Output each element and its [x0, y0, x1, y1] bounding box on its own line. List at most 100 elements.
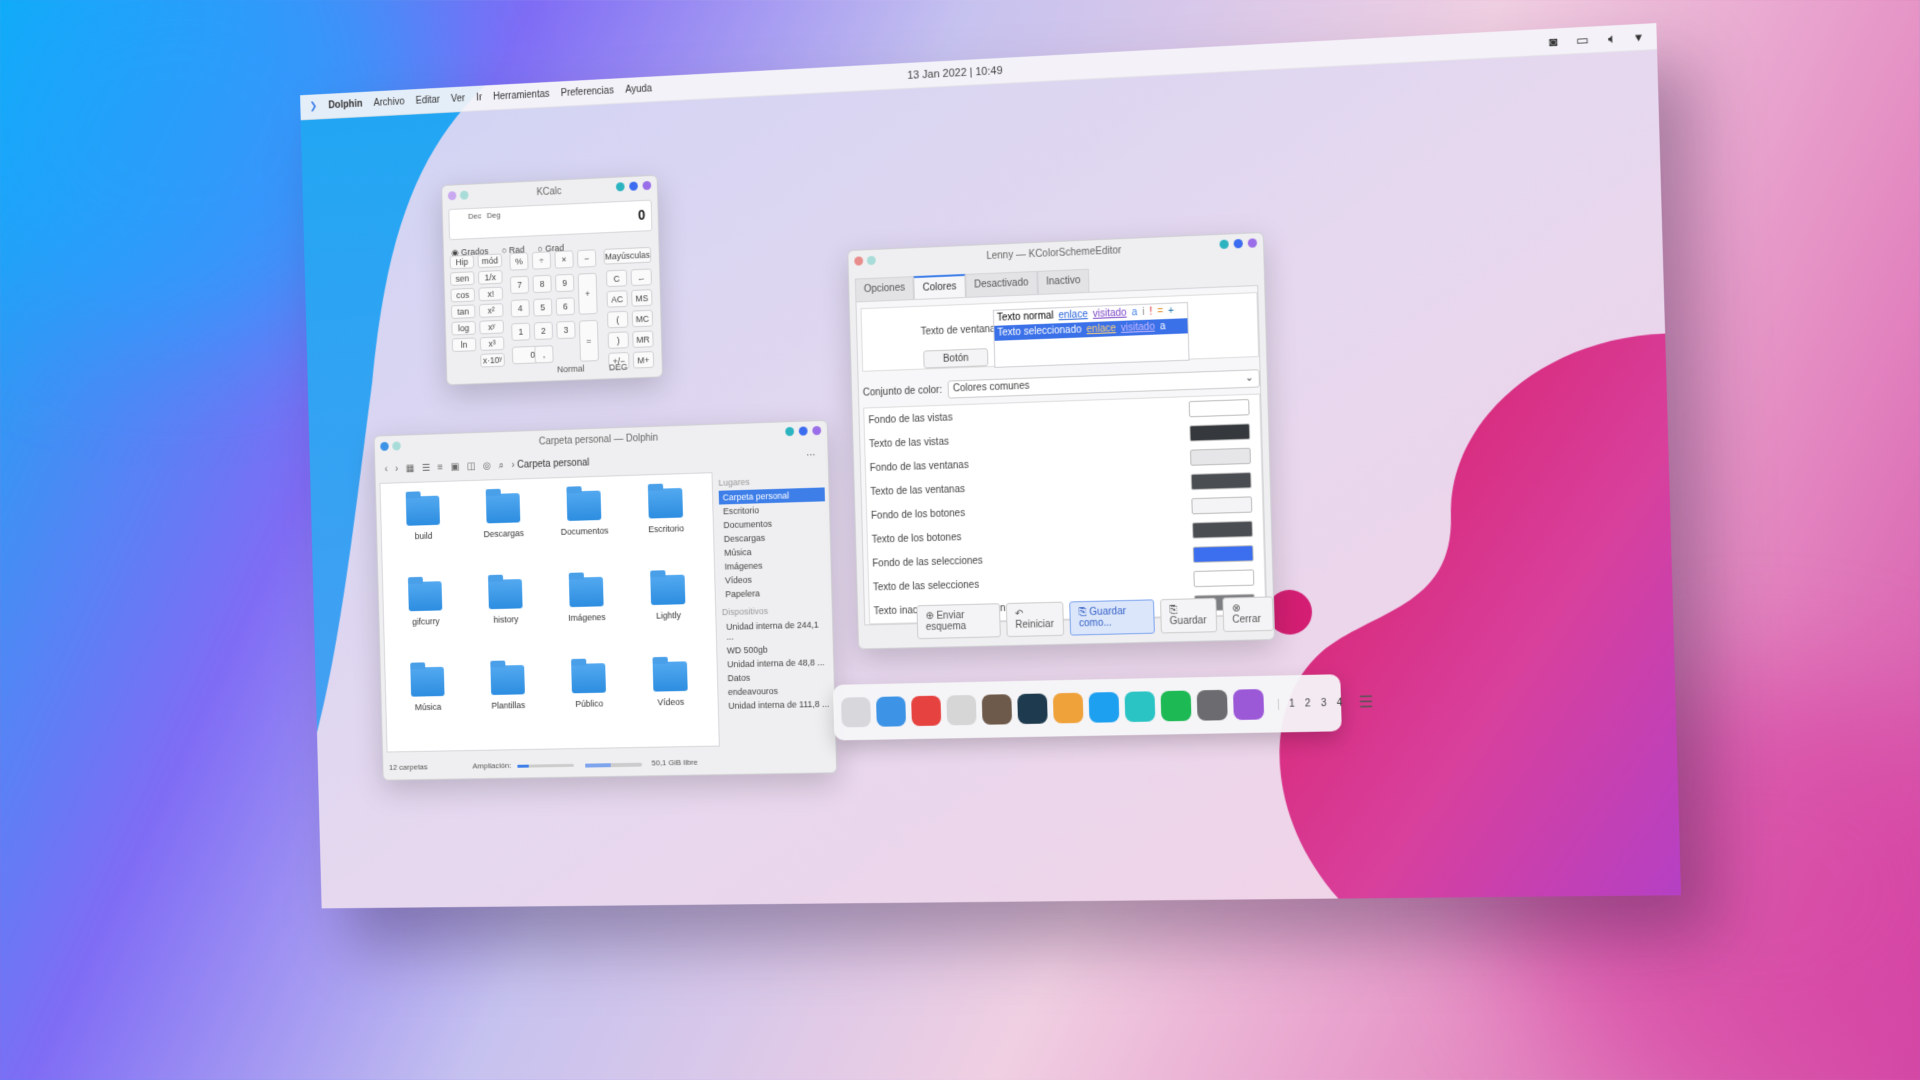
calc-fn-button[interactable]: tan [451, 304, 476, 319]
calc-memory-button[interactable]: ) [608, 331, 629, 349]
gimp-icon[interactable] [982, 694, 1012, 725]
minimize-button[interactable] [1219, 240, 1228, 250]
calc-fn-button[interactable]: xʸ [479, 320, 504, 335]
folder-item[interactable]: Escritorio [632, 487, 700, 534]
color-swatch[interactable] [1189, 423, 1250, 441]
maximize-button[interactable] [799, 426, 808, 435]
music-app-icon[interactable] [1124, 691, 1155, 722]
maximize-button[interactable] [1234, 239, 1243, 249]
calc-key-button[interactable]: 3 [556, 321, 575, 339]
pin-icon[interactable] [460, 191, 469, 200]
kdeconnect-icon[interactable] [1089, 692, 1120, 723]
folder-icon[interactable] [876, 696, 906, 726]
calc-memory-button[interactable]: AC [607, 290, 628, 308]
calc-memory-button[interactable]: MC [632, 310, 653, 328]
desktop-3[interactable]: 3 [1321, 697, 1327, 708]
calc-memory-button[interactable]: M+ [633, 351, 654, 369]
tab-desactivado[interactable]: Desactivado [965, 271, 1038, 297]
color-swatch[interactable] [1193, 545, 1254, 563]
menu-herramientas[interactable]: Herramientas [493, 89, 550, 103]
calc-key-button[interactable]: × [554, 250, 573, 268]
calc-fn-button[interactable]: 1/x [478, 270, 503, 285]
menu-editar[interactable]: Editar [415, 95, 440, 107]
calc-fn-button[interactable]: x² [479, 303, 504, 318]
calc-memory-button[interactable]: MS [631, 289, 652, 307]
calc-fn-button[interactable]: x³ [480, 336, 505, 351]
spotify-icon[interactable] [1161, 691, 1192, 722]
tab-inactivo[interactable]: Inactivo [1037, 269, 1090, 294]
vivaldi-icon[interactable] [911, 696, 941, 727]
color-swatch[interactable] [1189, 399, 1250, 417]
folder-item[interactable]: Música [395, 666, 461, 712]
maximize-button[interactable] [629, 182, 638, 191]
folder-item[interactable]: history [472, 579, 539, 626]
calc-key-button[interactable]: 2 [534, 322, 553, 340]
reset-button[interactable]: ↶ Reiniciar [1006, 602, 1065, 638]
calc-key-button[interactable]: % [509, 252, 528, 270]
dropdown-arrow-icon[interactable]: ▾ [1635, 29, 1642, 46]
desktop-4[interactable]: 4 [1336, 697, 1342, 708]
clock[interactable]: 13 Jan 2022 | 10:49 [907, 64, 1003, 81]
forward-icon[interactable]: › [395, 463, 398, 474]
display-icon[interactable]: ▭ [1576, 31, 1589, 48]
calc-fn-button[interactable]: Hip [450, 255, 475, 270]
menu-ayuda[interactable]: Ayuda [625, 83, 652, 95]
kcalc-menu-icon[interactable] [448, 191, 457, 200]
device-item[interactable]: Unidad interna de 111,8 ... [724, 697, 830, 713]
back-icon[interactable]: ‹ [385, 464, 388, 475]
folder-item[interactable]: Documentos [551, 490, 618, 537]
details-view-icon[interactable]: ≡ [437, 462, 443, 473]
editor-app-icon[interactable] [854, 256, 863, 265]
calc-fn-button[interactable]: sen [450, 271, 475, 286]
close-dialog-button[interactable]: ⊗ Cerrar [1223, 596, 1274, 632]
folder-item[interactable]: build [390, 495, 456, 542]
calculator-icon[interactable] [1233, 689, 1264, 720]
terminal-icon[interactable] [841, 697, 871, 727]
calc-key-button[interactable]: = [579, 320, 599, 362]
menu-app-name[interactable]: Dolphin [328, 99, 363, 111]
calc-fn-button[interactable]: mód [478, 253, 503, 268]
close-button[interactable] [1248, 238, 1257, 248]
calc-key-button[interactable]: 1 [511, 323, 530, 341]
folder-item[interactable]: Descargas [470, 493, 537, 540]
split-icon[interactable]: ◫ [467, 461, 476, 472]
endeavour-icon[interactable] [1017, 693, 1048, 724]
close-button[interactable] [642, 181, 651, 190]
preview-button[interactable]: Botón [923, 348, 988, 368]
calc-fn-button[interactable]: ln [452, 337, 477, 352]
search-icon[interactable]: ⌕ [499, 460, 505, 471]
calc-key-button[interactable]: + [578, 273, 598, 315]
calc-key-button[interactable]: , [534, 345, 553, 363]
calc-fn-button[interactable]: x·10ʸ [480, 353, 505, 368]
tab-opciones[interactable]: Opciones [855, 276, 914, 301]
desktop-2[interactable]: 2 [1305, 698, 1311, 709]
calc-key-button[interactable]: 4 [511, 299, 530, 317]
device-item[interactable]: Unidad interna de 244,1 ... [722, 617, 829, 643]
eye-icon[interactable]: ◎ [483, 460, 491, 471]
calc-memory-button[interactable]: ← [631, 268, 652, 286]
folder-item[interactable]: Plantillas [475, 665, 542, 711]
calc-key-button[interactable]: − [577, 249, 596, 267]
menu-ver[interactable]: Ver [451, 93, 465, 104]
close-button[interactable] [812, 426, 821, 435]
color-swatch[interactable] [1193, 569, 1254, 587]
menu-preferencias[interactable]: Preferencias [561, 85, 614, 99]
calc-fn-button[interactable]: cos [450, 288, 475, 303]
dolphin-app-icon[interactable] [380, 442, 389, 451]
folder-item[interactable]: gifcurry [392, 581, 458, 627]
calc-memory-button[interactable]: ( [607, 311, 628, 329]
calc-key-button[interactable]: 9 [555, 274, 574, 292]
folder-item[interactable]: Público [555, 663, 622, 710]
color-swatch[interactable] [1191, 472, 1252, 490]
send-scheme-button[interactable]: ⊕ Enviar esquema [916, 603, 1000, 639]
pin-icon[interactable] [392, 441, 401, 450]
desktop-1[interactable]: 1 [1289, 698, 1295, 709]
minimize-button[interactable] [616, 182, 625, 191]
color-swatch[interactable] [1190, 448, 1251, 466]
calc-key-button[interactable]: 6 [556, 297, 575, 315]
save-button[interactable]: ⎘ Guardar [1160, 598, 1217, 634]
calc-key-button[interactable]: 5 [533, 298, 552, 316]
inkscape-icon[interactable] [946, 695, 976, 726]
calc-key-button[interactable]: 7 [510, 276, 529, 294]
minimize-button[interactable] [785, 427, 794, 436]
